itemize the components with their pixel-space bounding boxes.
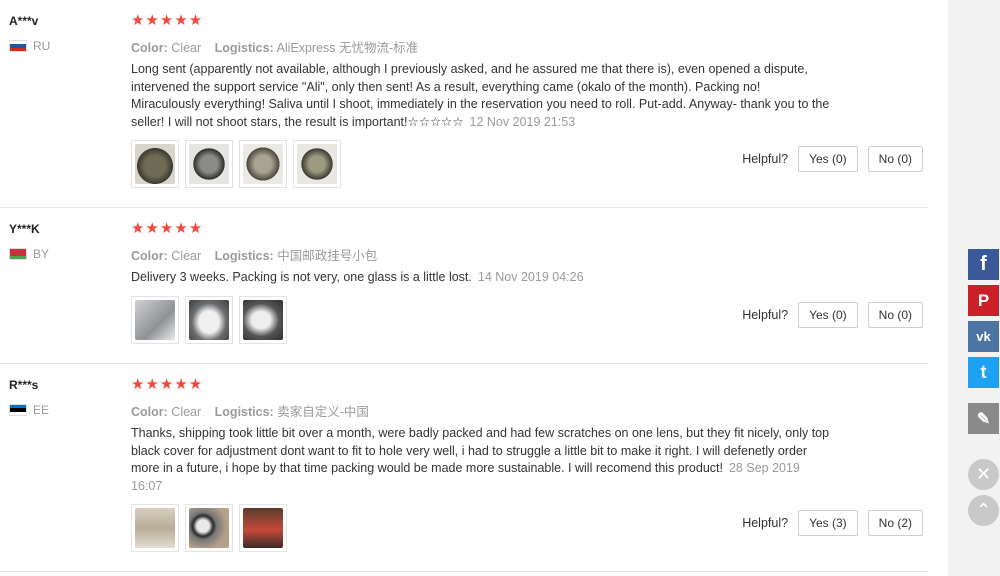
twitter-share-button[interactable]: t [968, 357, 999, 388]
review-text: Long sent (apparently not available, alt… [131, 61, 831, 131]
color-label: Color: [131, 249, 168, 263]
helpful-yes-button[interactable]: Yes (3) [798, 510, 858, 536]
review-item: R***s EE ★★★★★ Color: Clear Logistics: 卖… [0, 364, 928, 572]
flag-ru-icon [9, 40, 27, 52]
photo-image [297, 144, 337, 184]
color-label: Color: [131, 41, 168, 55]
scroll-top-button[interactable]: ⌃ [968, 495, 999, 526]
reviewer-name: Y***K [9, 222, 40, 236]
country-code: RU [33, 39, 51, 53]
photo-thumbnails [131, 140, 341, 188]
helpful-no-button[interactable]: No (0) [867, 302, 923, 328]
review-date: 14 Nov 2019 04:26 [477, 270, 584, 284]
close-button[interactable]: ✕ [968, 459, 999, 490]
review-body: Delivery 3 weeks. Packing is not very, o… [131, 270, 472, 284]
photo-thumbnail[interactable] [131, 140, 179, 188]
helpful-yes-button[interactable]: Yes (0) [798, 146, 858, 172]
photo-image [135, 300, 175, 340]
star-rating: ★★★★★ [131, 12, 204, 29]
helpful-votes: Helpful? Yes (0) No (0) [742, 302, 923, 328]
helpful-yes-button[interactable]: Yes (0) [798, 302, 858, 328]
vk-icon: vk [976, 329, 991, 344]
logistics-label: Logistics: [214, 41, 274, 55]
chevron-up-icon: ⌃ [975, 500, 992, 520]
photo-thumbnail[interactable] [131, 296, 179, 344]
color-value: Clear [171, 249, 202, 263]
review-date: 12 Nov 2019 21:53 [469, 114, 576, 129]
close-icon: ✕ [975, 464, 992, 484]
photo-thumbnail[interactable] [239, 504, 287, 552]
facebook-share-button[interactable]: f [968, 249, 999, 280]
photo-image [135, 508, 175, 548]
helpful-label: Helpful? [742, 152, 789, 166]
logistics-value: 卖家自定义-中国 [277, 405, 369, 419]
review-text: Thanks, shipping took little bit over a … [131, 425, 831, 495]
flag-by-icon [9, 248, 27, 260]
logistics-label: Logistics: [214, 405, 274, 419]
review-body: Thanks, shipping took little bit over a … [131, 426, 830, 475]
pencil-icon: ✎ [976, 410, 991, 428]
star-rating: ★★★★★ [131, 220, 204, 237]
photo-thumbnail[interactable] [239, 140, 287, 188]
photo-image [243, 300, 283, 340]
photo-thumbnails [131, 504, 287, 552]
logistics-value: 中国邮政挂号小包 [277, 249, 378, 263]
color-label: Color: [131, 405, 168, 419]
country-code: BY [33, 247, 50, 261]
review-meta: Color: Clear Logistics: AliExpress 无忧物流-… [131, 37, 428, 56]
review-meta: Color: Clear Logistics: 中国邮政挂号小包 [131, 245, 387, 264]
review-text: Delivery 3 weeks. Packing is not very, o… [131, 269, 831, 287]
vk-share-button[interactable]: vk [968, 321, 999, 352]
photo-image [189, 508, 229, 548]
review-item: Y***K BY ★★★★★ Color: Clear Logistics: 中… [0, 208, 928, 364]
photo-thumbnail[interactable] [293, 140, 341, 188]
review-meta: Color: Clear Logistics: 卖家自定义-中国 [131, 401, 379, 420]
photo-image [243, 508, 283, 548]
flag-ee-icon [9, 404, 27, 416]
helpful-no-button[interactable]: No (2) [867, 510, 923, 536]
review-item: A***v RU ★★★★★ Color: Clear Logistics: A… [0, 0, 928, 208]
photo-image [189, 300, 229, 340]
pinterest-icon: P [977, 290, 990, 310]
photo-thumbnail[interactable] [185, 296, 233, 344]
photo-image [243, 144, 283, 184]
photo-thumbnails [131, 296, 287, 344]
star-rating: ★★★★★ [131, 376, 204, 393]
helpful-label: Helpful? [742, 516, 789, 530]
color-value: Clear [171, 405, 202, 419]
edit-button[interactable]: ✎ [968, 403, 999, 434]
country-code: EE [33, 403, 50, 417]
color-value: Clear [171, 41, 202, 55]
photo-image [189, 144, 229, 184]
reviewer-country: EE [9, 403, 49, 417]
logistics-value: AliExpress 无忧物流-标准 [276, 41, 419, 55]
helpful-no-button[interactable]: No (0) [867, 146, 923, 172]
photo-thumbnail[interactable] [185, 504, 233, 552]
helpful-votes: Helpful? Yes (3) No (2) [742, 510, 923, 536]
reviewer-country: BY [9, 247, 49, 261]
helpful-label: Helpful? [742, 308, 789, 322]
photo-thumbnail[interactable] [131, 504, 179, 552]
photo-thumbnail[interactable] [239, 296, 287, 344]
reviewer-name: A***v [9, 14, 39, 28]
reviewer-name: R***s [9, 378, 39, 392]
photo-image [135, 144, 175, 184]
helpful-votes: Helpful? Yes (0) No (0) [742, 146, 923, 172]
pinterest-share-button[interactable]: P [968, 285, 999, 316]
facebook-icon: f [980, 253, 987, 275]
photo-thumbnail[interactable] [185, 140, 233, 188]
reviewer-country: RU [9, 39, 50, 53]
logistics-label: Logistics: [214, 249, 274, 263]
twitter-icon: t [980, 362, 987, 382]
